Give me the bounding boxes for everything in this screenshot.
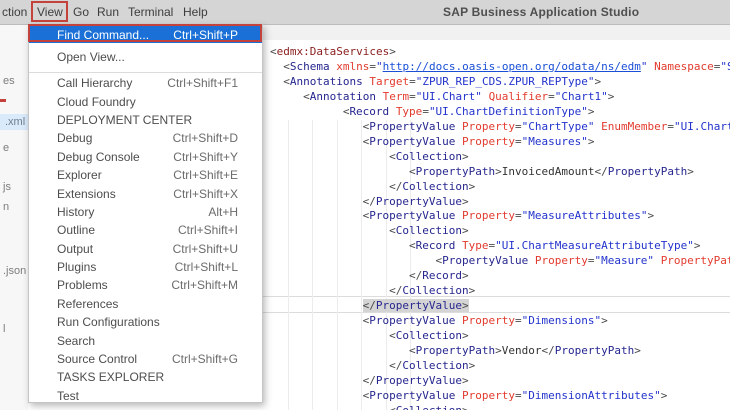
code-line[interactable]: <edmx:DataServices> [270, 44, 396, 59]
menu-item-label: Debug Console [57, 149, 140, 164]
menu-item-label: Debug [57, 131, 93, 146]
menu-separator [29, 72, 262, 73]
menu-item-shortcut: Ctrl+Shift+G [171, 352, 238, 367]
menu-item-label: Extensions [57, 186, 116, 201]
file-item-fragment[interactable]: es [3, 74, 15, 88]
menu-item-label: Open View... [57, 50, 125, 64]
code-line[interactable]: <Record Type="UI.ChartDefinitionType"> [270, 104, 595, 119]
menu-item-label: History [57, 204, 95, 219]
menu-item-shortcut: Alt+H [208, 204, 238, 219]
code-line[interactable]: <PropertyValue Property="Measure" Proper… [270, 253, 730, 268]
menu-item-debug-console[interactable]: Debug Console Ctrl+Shift+Y [29, 148, 262, 166]
app-title: SAP Business Application Studio [443, 5, 640, 19]
view-menu: Find Command... Ctrl+Shift+P Open View... C… [28, 24, 263, 403]
code-line[interactable]: <Collection> [270, 149, 468, 164]
annotation-fragment [0, 99, 6, 102]
menu-item-cloud-foundry[interactable]: Cloud Foundry [29, 92, 262, 110]
menu-item-source-control[interactable]: Source Control Ctrl+Shift+G [29, 350, 262, 368]
menu-item-find-command[interactable]: Find Command... Ctrl+Shift+P [29, 26, 262, 43]
code-line[interactable]: <Schema xmlns="http://docs.oasis-open.or… [270, 59, 730, 74]
file-item-fragment[interactable]: n [3, 200, 9, 214]
menu-item-outline[interactable]: Outline Ctrl+Shift+I [29, 221, 262, 239]
file-item-fragment[interactable]: .json [3, 264, 26, 278]
file-item-fragment[interactable]: e [3, 141, 9, 155]
code-line[interactable]: <Record Type="UI.ChartMeasureAttributeTy… [270, 238, 700, 253]
menu-item-tasks-explorer[interactable]: TASKS EXPLORER [29, 368, 262, 386]
file-item-fragment: .xml [5, 116, 26, 128]
selected-file-row[interactable]: .xml [0, 114, 28, 130]
menu-item-label: Test [57, 388, 80, 403]
code-line[interactable]: <PropertyValue Property="MeasureAttribut… [270, 208, 654, 223]
menu-item-shortcut: Ctrl+Shift+P [173, 27, 238, 42]
menu-item-explorer[interactable]: Explorer Ctrl+Shift+E [29, 166, 262, 184]
menubar-item-help[interactable]: Help [183, 0, 208, 24]
menu-item-shortcut: Ctrl+Shift+U [172, 241, 238, 256]
menu-item-label: Cloud Foundry [57, 94, 136, 109]
code-line[interactable]: <PropertyValue Property="DimensionAttrib… [270, 388, 668, 403]
menu-item-extensions[interactable]: Extensions Ctrl+Shift+X [29, 184, 262, 202]
code-line[interactable]: <Collection> [270, 328, 468, 343]
menu-item-shortcut: Ctrl+Shift+X [173, 186, 238, 201]
menu-item-label: TASKS EXPLORER [57, 370, 165, 385]
menu-item-label: Search [57, 333, 96, 348]
menu-item-label: Find Command... [57, 27, 150, 42]
menu-item-problems[interactable]: Problems Ctrl+Shift+M [29, 276, 262, 294]
menu-item-label: Plugins [57, 260, 97, 275]
menubar-item-ction[interactable]: ction [2, 0, 27, 24]
menu-item-shortcut: Ctrl+Shift+F1 [167, 76, 238, 91]
menu-item-output[interactable]: Output Ctrl+Shift+U [29, 240, 262, 258]
code-line[interactable]: <Annotations Target="ZPUR_REP_CDS.ZPUR_R… [270, 74, 601, 89]
menu-item-shortcut: Ctrl+Shift+L [174, 260, 238, 275]
menu-item-label: Source Control [57, 352, 138, 367]
code-line[interactable]: <PropertyValue Property="Dimensions"> [270, 313, 608, 328]
menu-item-history[interactable]: History Alt+H [29, 203, 262, 221]
menu-item-search[interactable]: Search [29, 331, 262, 349]
menu-item-label: Outline [57, 223, 96, 238]
code-line[interactable]: <PropertyValue Property="Measures"> [270, 134, 595, 149]
url-link[interactable]: http://docs.oasis-open.org/odata/ns/edm [383, 60, 641, 73]
menu-item-open-view[interactable]: Open View... [29, 43, 262, 71]
menu-item-plugins[interactable]: Plugins Ctrl+Shift+L [29, 258, 262, 276]
title-bar: ction View Go Run Terminal Help SAP Business … [0, 0, 730, 25]
menubar-item-run[interactable]: Run [97, 0, 119, 24]
code-line[interactable]: </PropertyValue> [270, 194, 469, 209]
menu-item-label: Problems [57, 278, 108, 293]
menubar-item-terminal[interactable]: Terminal [128, 0, 173, 24]
menu-item-shortcut: Ctrl+Shift+Y [173, 149, 238, 164]
menu-item-references[interactable]: References [29, 295, 262, 313]
menubar-item-view[interactable]: View [37, 0, 63, 24]
explorer-sidebar[interactable]: es .xml e js n .json l [0, 25, 28, 410]
menu-item-call-hierarchy[interactable]: Call Hierarchy Ctrl+Shift+F1 [29, 74, 262, 92]
code-line[interactable]: </Collection> [270, 283, 475, 298]
code-line[interactable]: <Collection> [270, 223, 468, 238]
code-line[interactable]: </PropertyValue> [270, 298, 469, 313]
menu-item-debug[interactable]: Debug Ctrl+Shift+D [29, 129, 262, 147]
code-line[interactable]: <PropertyPath>InvoicedAmount</PropertyPa… [270, 164, 694, 179]
menu-item-label: Run Configurations [57, 315, 160, 330]
menu-item-deployment-center[interactable]: DEPLOYMENT CENTER [29, 111, 262, 129]
menu-item-label: Output [57, 241, 94, 256]
code-line[interactable]: <Annotation Term="UI.Chart" Qualifier="C… [270, 89, 614, 104]
code-line[interactable]: </Collection> [270, 179, 475, 194]
code-line[interactable]: </Record> [270, 268, 469, 283]
menu-item-shortcut: Ctrl+Shift+D [172, 131, 238, 146]
menu-item-label: References [57, 296, 119, 311]
menu-item-label: Explorer [57, 168, 102, 183]
menu-item-label: DEPLOYMENT CENTER [57, 112, 193, 127]
bas-window: <edmx:DataServices> <Schema xmlns="http:/… [0, 0, 730, 410]
file-item-fragment[interactable]: l [3, 322, 5, 336]
menu-item-shortcut: Ctrl+Shift+I [177, 223, 238, 238]
menu-item-shortcut: Ctrl+Shift+E [173, 168, 238, 183]
menu-item-label: Call Hierarchy [57, 76, 133, 91]
menu-item-test[interactable]: Test [29, 387, 262, 405]
menu-item-run-configurations[interactable]: Run Configurations [29, 313, 262, 331]
code-line[interactable]: <PropertyPath>Vendor</PropertyPath> [270, 343, 641, 358]
code-line[interactable]: <Collection> [270, 403, 468, 410]
code-line[interactable]: </PropertyValue> [270, 373, 469, 388]
menu-item-shortcut: Ctrl+Shift+M [171, 278, 238, 293]
code-line[interactable]: <PropertyValue Property="ChartType" Enum… [270, 119, 730, 134]
code-line[interactable]: </Collection> [270, 358, 475, 373]
file-item-fragment[interactable]: js [3, 180, 11, 194]
menubar-item-go[interactable]: Go [73, 0, 89, 24]
